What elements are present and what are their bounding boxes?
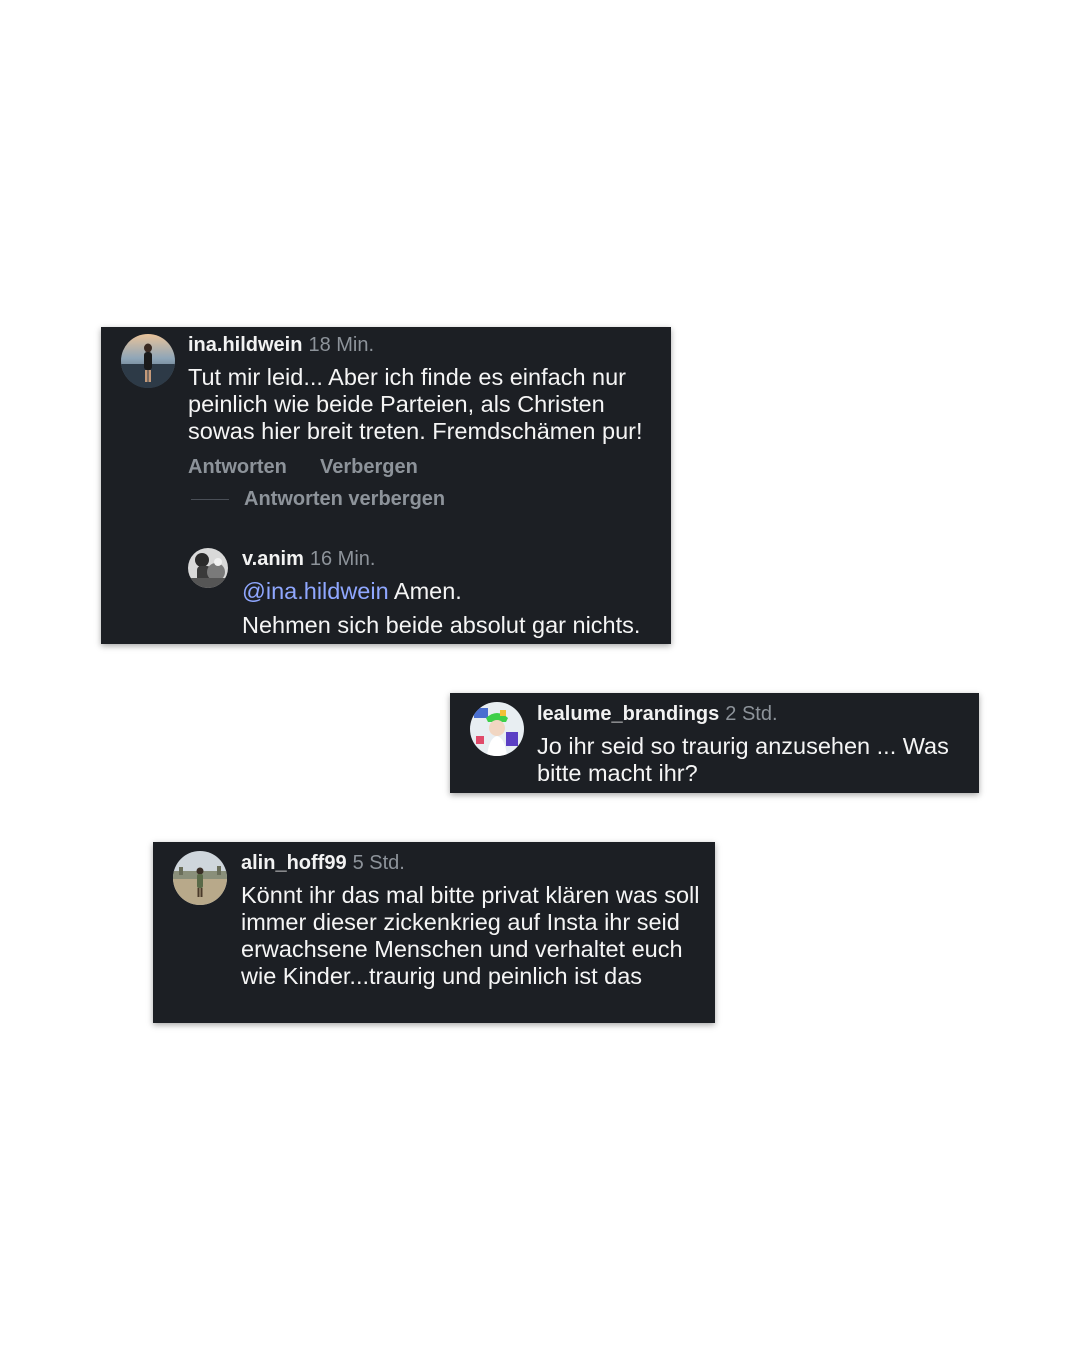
comment-text: Jo ihr seid so traurig anzusehen ... Was…: [537, 733, 949, 786]
avatar[interactable]: [470, 702, 524, 756]
replies-divider: [191, 499, 229, 500]
comment-header: lealume_brandings 2 Std.: [537, 702, 778, 726]
comment-card-ina-hildwein: ina.hildwein 18 Min. Tut mir leid... Aber…: [101, 327, 671, 644]
reply-username[interactable]: v.anim: [242, 548, 304, 570]
reply-header: v.anim 16 Min.: [242, 547, 375, 571]
avatar-photo-icon: [188, 548, 228, 588]
reply-text-line2: Nehmen sich beide absolut gar nichts.: [242, 612, 641, 638]
comment-card-lealume-brandings: lealume_brandings 2 Std. Jo ihr seid so t…: [450, 693, 979, 793]
hide-replies-button[interactable]: Antworten verbergen: [244, 487, 445, 511]
avatar-illustration-icon: [470, 702, 524, 756]
reply-avatar[interactable]: [188, 548, 228, 588]
comment-header: alin_hoff99 5 Std.: [241, 851, 405, 875]
reply-button[interactable]: Antworten: [188, 455, 287, 479]
username[interactable]: alin_hoff99: [241, 852, 347, 874]
comment-header: ina.hildwein 18 Min.: [188, 333, 374, 357]
comment-text: Könnt ihr das mal bitte privat klären wa…: [241, 882, 700, 989]
avatar[interactable]: [121, 334, 175, 388]
avatar-photo-icon: [121, 334, 175, 388]
username[interactable]: ina.hildwein: [188, 334, 302, 356]
reply-timestamp: 16 Min.: [309, 548, 376, 570]
hide-button[interactable]: Verbergen: [320, 455, 418, 479]
username[interactable]: lealume_brandings: [537, 703, 719, 725]
comment-text: Tut mir leid... Aber ich finde es einfac…: [188, 364, 643, 444]
avatar-photo-icon: [173, 851, 227, 905]
comment-card-alin-hoff99: alin_hoff99 5 Std. Könnt ihr das mal bitt…: [153, 842, 715, 1023]
reply-text-line1: @ina.hildwein Amen.: [242, 578, 662, 605]
avatar[interactable]: [173, 851, 227, 905]
timestamp: 5 Std.: [352, 852, 405, 874]
reply-text: Amen.: [388, 578, 462, 604]
timestamp: 18 Min.: [308, 334, 375, 356]
timestamp: 2 Std.: [725, 703, 778, 725]
mention-link[interactable]: @ina.hildwein: [242, 578, 389, 604]
